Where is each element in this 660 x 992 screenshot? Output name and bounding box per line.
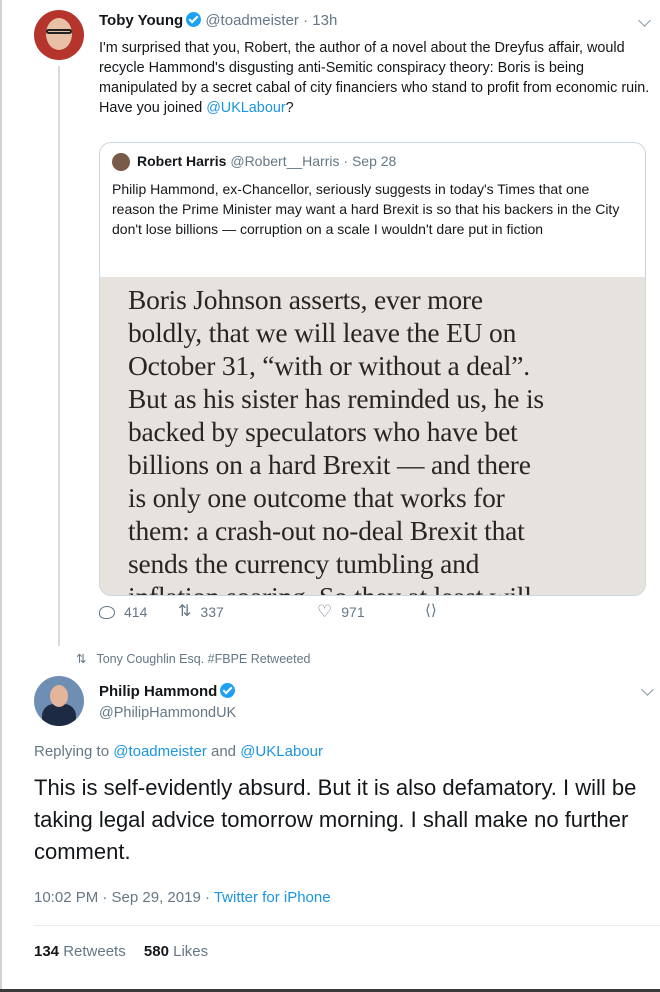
retweet-small-icon: ⇅ [76,652,87,666]
avatar-face [46,18,72,50]
tweet-time[interactable]: 13h [312,12,337,29]
mention-toadmeister[interactable]: @toadmeister [113,743,207,760]
retweeted-by-note[interactable]: ⇅ Tony Coughlin Esq. #FBPE Retweeted [76,651,311,666]
quoted-tweet-text: Philip Hammond, ex-Chancellor, seriously… [112,181,620,237]
quoted-date: Sep 28 [351,153,397,169]
quoted-author-name: Robert Harris [137,153,227,169]
retweeted-by-text: Tony Coughlin Esq. #FBPE Retweeted [96,652,311,666]
replying-and: and [206,743,241,760]
avatar-robert-harris [112,153,130,171]
chevron-down-icon[interactable] [641,683,654,696]
verified-badge-icon [186,12,202,27]
thread-line [58,66,60,646]
tweet-text-body: I'm surprised that you, Robert, the auth… [99,40,650,116]
retweets-stat[interactable]: 134 Retweets [34,943,126,960]
quoted-author-handle: @Robert__Harris [230,153,340,169]
replying-prefix: Replying to [34,743,114,760]
left-border [0,0,2,992]
avatar-face [50,685,68,707]
main-tweet-text: This is self-evidently absurd. But it is… [34,775,637,864]
quoted-tweet-header: Robert Harris @Robert__Harris · Sep 28 [137,153,396,169]
replying-to: Replying to @toadmeister and @UKLabour [34,743,323,760]
timestamp-text[interactable]: 10:02 PM · Sep 29, 2019 · [34,889,214,906]
avatar-toby-young[interactable] [34,10,84,60]
divider [34,925,660,926]
clipping-line: Boris Johnson asserts, ever more [128,284,483,315]
reply-button[interactable]: 414 [99,604,147,620]
reply-icon [99,605,115,619]
tweet-text-end: ? [285,100,294,116]
newspaper-clipping-image[interactable]: Boris Johnson asserts, ever more boldly,… [100,277,645,595]
separator-dot: · [303,12,309,29]
separator-dot: · [343,153,349,169]
tweet-text: I'm surprised that you, Robert, the auth… [99,38,651,118]
avatar-philip-hammond[interactable] [34,676,84,726]
like-count: 971 [341,604,365,620]
avatar-glasses [46,29,72,34]
mention-uklabour[interactable]: @UKLabour [206,100,285,116]
main-author-handle[interactable]: @PhilipHammondUK [99,705,236,721]
clipping-line: sends the currency tumbling and [128,548,480,579]
clipping-line: is only one outcome that works for [128,482,505,513]
clipping-line: October 31, “with or without a deal”. [128,350,530,381]
retweet-button[interactable]: ⇅ 337 [178,603,224,621]
clipping-line: billions on a hard Brexit — and there [128,449,531,480]
chevron-down-icon[interactable] [638,14,651,27]
main-author-name-row: Philip Hammond [99,683,236,700]
likes-count: 580 [143,943,169,960]
retweets-count: 134 [34,943,60,960]
clipping-line: But as his sister has reminded us, he is [128,383,544,414]
like-icon: ♡ [317,602,333,621]
author-handle[interactable]: @toadmeister [205,12,299,29]
main-author-name[interactable]: Philip Hammond [99,683,217,700]
clipping-line: backed by speculators who have bet [128,416,518,447]
reply-count: 414 [124,604,148,620]
author-name[interactable]: Toby Young [99,12,183,29]
tweet-header: Toby Young @toadmeister · 13h [99,12,337,29]
like-button[interactable]: ♡ 971 [317,602,365,621]
clipping-line: them: a crash-out no-deal Brexit that [128,515,525,546]
share-button[interactable]: ⟨⟩ [425,602,437,619]
tweet-stats: 134 Retweets 580 Likes [34,943,208,960]
clipping-line-cut: inflation soaring. So they at least will [128,580,638,595]
likes-stat[interactable]: 580 Likes [144,943,208,960]
tweet-source[interactable]: Twitter for iPhone [214,889,331,906]
retweet-count: 337 [200,604,224,620]
retweet-icon: ⇅ [178,603,192,620]
tweet-timestamp: 10:02 PM · Sep 29, 2019 · Twitter for iP… [34,889,331,906]
share-icon: ⟨⟩ [425,602,437,619]
quoted-tweet[interactable]: Robert Harris @Robert__Harris · Sep 28 P… [99,142,646,596]
mention-uklabour[interactable]: @UKLabour [240,743,323,760]
verified-badge-icon [220,683,236,698]
clipping-line: boldly, that we will leave the EU on [128,317,517,348]
likes-label: Likes [168,943,209,960]
avatar-suit [42,704,76,726]
retweets-label: Retweets [59,943,126,960]
